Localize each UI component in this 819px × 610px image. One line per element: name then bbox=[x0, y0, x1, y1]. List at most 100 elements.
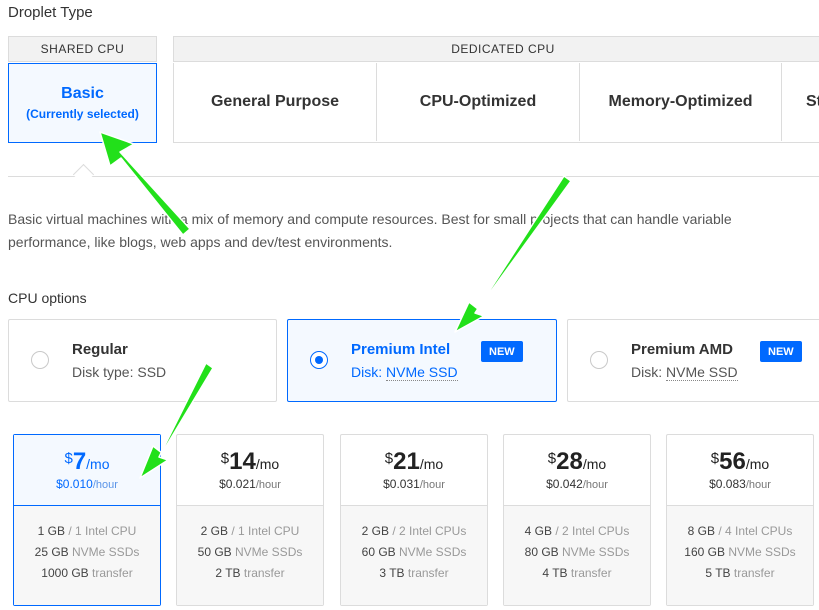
hourly-unit: /hour bbox=[419, 479, 445, 491]
hourly-price: $0.010 bbox=[56, 477, 93, 491]
disk-value: NVMe SSD bbox=[666, 364, 738, 381]
spec-transfer: 4 TB bbox=[542, 566, 568, 580]
disk-label: Disk type: bbox=[72, 364, 138, 380]
cpu-option-name: Premium Intel bbox=[351, 341, 451, 358]
spec-disk-type: NVMe SSDs bbox=[68, 545, 140, 559]
currency-symbol: $ bbox=[220, 450, 230, 467]
selected-tab-pointer bbox=[72, 163, 95, 186]
dedicated-cpu-tabs: General Purpose CPU-Optimized Memory-Opt… bbox=[173, 63, 819, 143]
spec-memory: 4 GB bbox=[524, 524, 552, 538]
tab-divider bbox=[8, 176, 819, 177]
spec-disk: 60 GB bbox=[361, 545, 396, 559]
shared-cpu-header: SHARED CPU bbox=[8, 36, 157, 62]
cpu-option-regular[interactable]: Regular Disk type: SSD bbox=[8, 319, 277, 402]
tab-cpu-optimized[interactable]: CPU-Optimized bbox=[377, 63, 580, 141]
plan-specs: 2 GB / 2 Intel CPUs 60 GB NVMe SSDs 3 TB… bbox=[341, 506, 487, 605]
tab-memory-optimized[interactable]: Memory-Optimized bbox=[580, 63, 782, 141]
plan-card-28[interactable]: $28/mo $0.042/hour 4 GB / 2 Intel CPUs 8… bbox=[503, 434, 651, 606]
monthly-price: 7 bbox=[72, 448, 87, 475]
cpu-option-name: Regular bbox=[72, 341, 128, 358]
spec-transfer-label: transfer bbox=[730, 566, 775, 580]
plan-card-7[interactable]: $7/mo $0.010/hour 1 GB / 1 Intel CPU 25 … bbox=[13, 434, 161, 606]
hourly-price: $0.031 bbox=[383, 477, 420, 491]
disk-value: NVMe SSD bbox=[386, 364, 458, 381]
spec-cpu: / 1 Intel CPU bbox=[227, 524, 300, 538]
spec-transfer: 2 TB bbox=[215, 566, 241, 580]
spec-transfer-label: transfer bbox=[240, 566, 285, 580]
plan-card-21[interactable]: $21/mo $0.031/hour 2 GB / 2 Intel CPUs 6… bbox=[340, 434, 488, 606]
plan-description-line-2: performance, like blogs, web apps and de… bbox=[8, 234, 393, 250]
plan-specs: 4 GB / 2 Intel CPUs 80 GB NVMe SSDs 4 TB… bbox=[504, 506, 650, 605]
currency-symbol: $ bbox=[384, 450, 394, 467]
plan-specs: 8 GB / 4 Intel CPUs 160 GB NVMe SSDs 5 T… bbox=[667, 506, 813, 605]
spec-disk: 80 GB bbox=[524, 545, 559, 559]
plan-specs: 2 GB / 1 Intel CPU 50 GB NVMe SSDs 2 TB … bbox=[177, 506, 323, 605]
spec-cpu: / 2 Intel CPUs bbox=[551, 524, 630, 538]
cpu-option-disk: Disk type: SSD bbox=[72, 364, 166, 380]
plan-specs: 1 GB / 1 Intel CPU 25 GB NVMe SSDs 1000 … bbox=[14, 506, 160, 605]
spec-memory: 2 GB bbox=[200, 524, 228, 538]
spec-transfer-label: transfer bbox=[567, 566, 612, 580]
plan-card-14[interactable]: $14/mo $0.021/hour 2 GB / 1 Intel CPU 50… bbox=[176, 434, 324, 606]
radio-premium-amd[interactable] bbox=[590, 351, 608, 369]
spec-cpu: / 2 Intel CPUs bbox=[388, 524, 467, 538]
currency-symbol: $ bbox=[64, 450, 73, 467]
spec-memory: 1 GB bbox=[37, 524, 65, 538]
spec-memory: 8 GB bbox=[687, 524, 715, 538]
green-arrow-icon bbox=[454, 175, 572, 333]
tab-general-purpose[interactable]: General Purpose bbox=[174, 63, 377, 141]
price-period: /mo bbox=[419, 456, 444, 472]
tab-storage-optimized[interactable]: St bbox=[782, 63, 819, 141]
spec-transfer: 3 TB bbox=[379, 566, 405, 580]
spec-disk: 50 GB bbox=[197, 545, 232, 559]
hourly-unit: /hour bbox=[255, 479, 281, 491]
spec-transfer: 5 TB bbox=[705, 566, 731, 580]
radio-regular[interactable] bbox=[31, 351, 49, 369]
spec-disk-type: NVMe SSDs bbox=[231, 545, 303, 559]
spec-transfer: 1000 GB bbox=[41, 566, 89, 580]
spec-cpu: / 1 Intel CPU bbox=[64, 524, 137, 538]
cpu-option-premium-amd[interactable]: Premium AMD NEW Disk: NVMe SSD bbox=[567, 319, 819, 402]
tab-basic[interactable]: Basic (Currently selected) bbox=[8, 63, 157, 143]
price-period: /mo bbox=[582, 456, 607, 472]
disk-value: SSD bbox=[137, 364, 167, 380]
droplet-type-title: Droplet Type bbox=[8, 4, 93, 21]
spec-disk-type: NVMe SSDs bbox=[725, 545, 796, 559]
spec-cpu: / 4 Intel CPUs bbox=[714, 524, 793, 538]
plan-card-56[interactable]: $56/mo $0.083/hour 8 GB / 4 Intel CPUs 1… bbox=[666, 434, 814, 606]
spec-memory: 2 GB bbox=[361, 524, 389, 538]
hourly-unit: /hour bbox=[745, 479, 771, 491]
price-period: /mo bbox=[255, 456, 280, 472]
monthly-price: 14 bbox=[229, 448, 256, 475]
plan-price: $21/mo $0.031/hour bbox=[341, 435, 487, 506]
hourly-unit: /hour bbox=[582, 479, 608, 491]
spec-transfer-label: transfer bbox=[404, 566, 449, 580]
spec-disk-type: NVMe SSDs bbox=[558, 545, 630, 559]
hourly-unit: /hour bbox=[92, 479, 118, 491]
price-period: /mo bbox=[745, 456, 770, 472]
spec-disk: 25 GB bbox=[34, 545, 69, 559]
monthly-price: 56 bbox=[719, 448, 746, 475]
spec-disk: 160 GB bbox=[684, 545, 725, 559]
plan-price: $7/mo $0.010/hour bbox=[14, 435, 160, 506]
hourly-price: $0.021 bbox=[219, 477, 256, 491]
plan-description-line-1: Basic virtual machines with a mix of mem… bbox=[8, 211, 732, 227]
monthly-price: 21 bbox=[393, 448, 420, 475]
cpu-option-disk: Disk: NVMe SSD bbox=[631, 364, 738, 381]
currency-symbol: $ bbox=[547, 450, 557, 467]
disk-label: Disk: bbox=[631, 364, 666, 380]
cpu-option-name: Premium AMD bbox=[631, 341, 733, 358]
disk-label: Disk: bbox=[351, 364, 386, 380]
price-period: /mo bbox=[86, 456, 110, 472]
plan-price: $14/mo $0.021/hour bbox=[177, 435, 323, 506]
cpu-option-premium-intel[interactable]: Premium Intel NEW Disk: NVMe SSD bbox=[287, 319, 557, 402]
dedicated-cpu-header: DEDICATED CPU bbox=[173, 36, 819, 62]
radio-premium-intel[interactable] bbox=[310, 351, 328, 369]
cpu-option-disk: Disk: NVMe SSD bbox=[351, 364, 458, 381]
spec-disk-type: NVMe SSDs bbox=[395, 545, 467, 559]
plan-price: $56/mo $0.083/hour bbox=[667, 435, 813, 506]
currency-symbol: $ bbox=[710, 450, 720, 467]
plan-price: $28/mo $0.042/hour bbox=[504, 435, 650, 506]
spec-transfer-label: transfer bbox=[88, 566, 133, 580]
plan-description: Basic virtual machines with a mix of mem… bbox=[8, 208, 819, 254]
